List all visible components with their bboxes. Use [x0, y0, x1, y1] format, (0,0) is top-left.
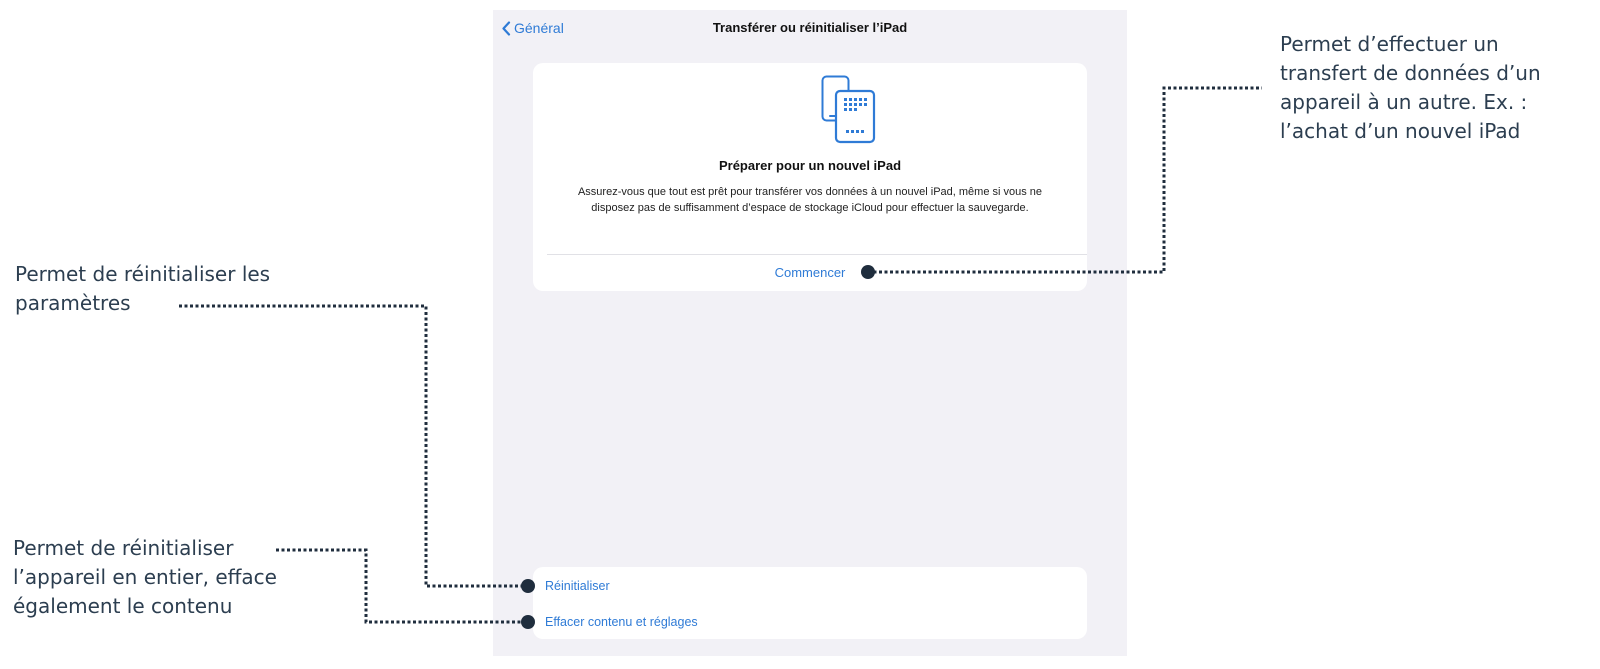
- annotation-transfer: Permet d’effectuer un transfert de donné…: [1280, 30, 1541, 146]
- annotation-line: également le contenu: [13, 594, 233, 618]
- annotation-line: l’appareil en entier, efface: [13, 565, 277, 589]
- annotation-line: Permet de réinitialiser les: [15, 262, 271, 286]
- callout-dot-erase: [521, 615, 535, 629]
- annotation-line: paramètres: [15, 291, 131, 315]
- annotation-line: appareil à un autre. Ex. :: [1280, 90, 1528, 114]
- annotation-line: Permet de réinitialiser: [13, 536, 234, 560]
- annotation-reset-settings: Permet de réinitialiser les paramètres: [15, 260, 270, 318]
- annotation-line: Permet d’effectuer un: [1280, 32, 1499, 56]
- annotation-line: l’achat d’un nouvel iPad: [1280, 119, 1521, 143]
- annotation-line: transfert de données d’un: [1280, 61, 1541, 85]
- callout-line-transfer: [868, 86, 1262, 274]
- callout-dot-start: [861, 265, 875, 279]
- callout-dot-reset: [521, 579, 535, 593]
- annotation-erase: Permet de réinitialiser l’appareil en en…: [13, 534, 277, 621]
